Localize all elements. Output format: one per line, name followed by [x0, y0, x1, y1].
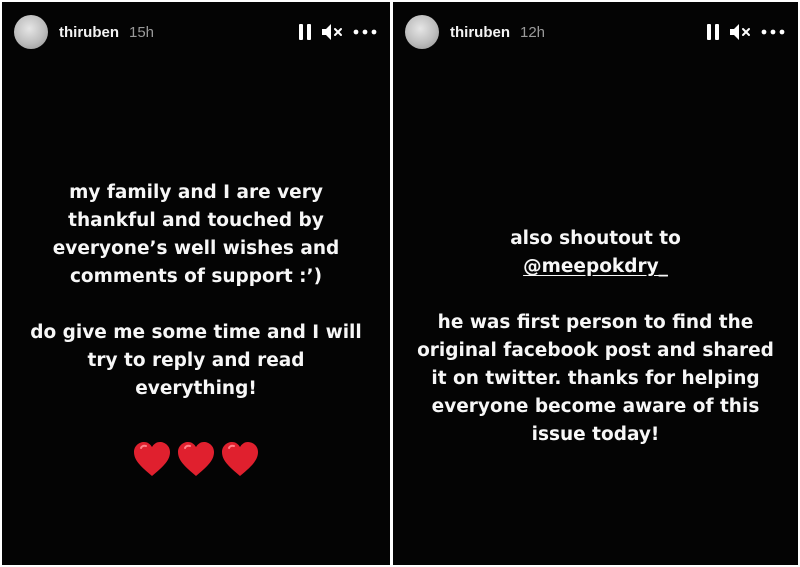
mention-link[interactable]: @meepokdry_ — [523, 256, 668, 277]
username[interactable]: thiruben — [59, 24, 119, 41]
story-paragraph: also shoutout to @meepokdry_ — [413, 225, 778, 281]
red-heart-icon — [178, 442, 214, 476]
speaker-muted-icon[interactable] — [320, 20, 344, 44]
timestamp: 12h — [520, 23, 546, 41]
avatar[interactable] — [14, 15, 48, 49]
username[interactable]: thiruben — [450, 24, 510, 41]
hearts-sticker — [2, 440, 390, 478]
story-paragraph: do give me some time and I will try to r… — [30, 322, 362, 399]
story-text: also shoutout to @meepokdry_ he was firs… — [393, 225, 798, 449]
story-header: thiruben 12h — [405, 14, 786, 50]
speaker-muted-icon[interactable] — [728, 20, 752, 44]
red-heart-icon — [134, 442, 170, 476]
story-header: thiruben 15h — [14, 14, 378, 50]
shoutout-text: also shoutout to — [510, 228, 681, 249]
red-heart-icon — [222, 442, 258, 476]
story-paragraph: my family and I are very thankful and to… — [52, 182, 340, 287]
more-options-icon[interactable] — [352, 20, 378, 44]
story-paragraph: he was first person to find the original… — [417, 312, 774, 445]
story-panel-left: thiruben 15h my family and I are very th… — [2, 2, 390, 565]
story-text: my family and I are very thankful and to… — [2, 179, 390, 403]
pause-icon[interactable] — [297, 20, 313, 44]
story-panel-right: thiruben 12h also shoutout to @meepokdry… — [393, 2, 798, 565]
stories-collage: thiruben 15h my family and I are very th… — [0, 0, 800, 567]
story-controls — [297, 20, 378, 44]
pause-icon[interactable] — [705, 20, 721, 44]
more-options-icon[interactable] — [760, 20, 786, 44]
avatar[interactable] — [405, 15, 439, 49]
timestamp: 15h — [129, 23, 155, 41]
story-controls — [705, 20, 786, 44]
